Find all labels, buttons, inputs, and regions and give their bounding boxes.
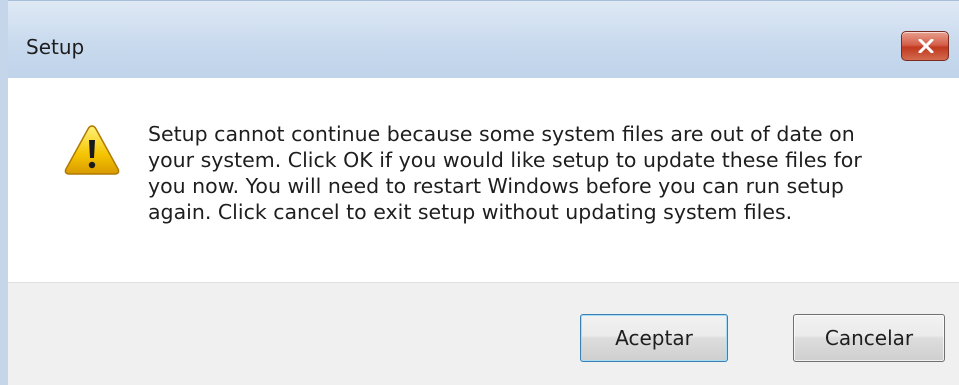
title-bar[interactable]: Setup bbox=[8, 0, 959, 78]
dialog-window: Setup Setup cannot continue because some… bbox=[0, 0, 959, 385]
message-line: your system. Click OK if you would like … bbox=[148, 148, 862, 172]
window-title: Setup bbox=[26, 35, 85, 59]
message-text: Setup cannot continue because some syste… bbox=[148, 121, 928, 225]
cancel-button[interactable]: Cancelar bbox=[793, 314, 945, 362]
ok-button[interactable]: Aceptar bbox=[580, 314, 728, 362]
close-icon bbox=[918, 39, 934, 53]
message-line: you now. You will need to restart Window… bbox=[148, 174, 844, 198]
button-bar: Aceptar Cancelar bbox=[8, 282, 959, 385]
close-button[interactable] bbox=[901, 31, 949, 61]
message-line: again. Click cancel to exit setup withou… bbox=[148, 200, 793, 224]
message-line: Setup cannot continue because some syste… bbox=[148, 122, 855, 146]
dialog-content: Setup cannot continue because some syste… bbox=[8, 78, 959, 282]
warning-icon bbox=[64, 125, 120, 175]
